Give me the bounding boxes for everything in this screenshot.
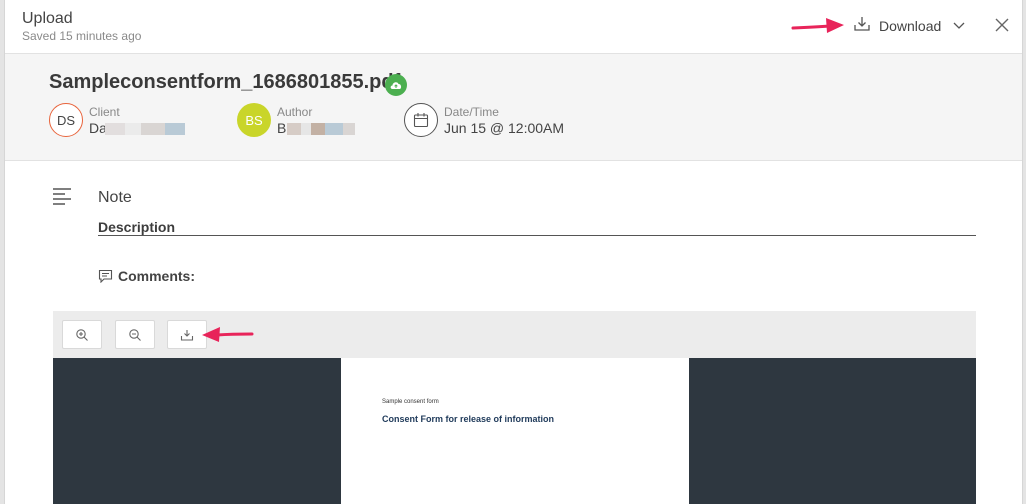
redacted-text [287, 123, 355, 135]
datetime-field[interactable]: Date/Time Jun 15 @ 12:00AM [404, 103, 604, 139]
doc-small-text: Sample consent form [382, 399, 439, 405]
download-label: Download [879, 18, 942, 34]
annotation-arrow-icon [202, 327, 254, 342]
text-align-left-icon [52, 187, 74, 205]
redacted-text [105, 123, 185, 135]
saved-status: Saved 15 minutes ago [22, 29, 142, 43]
chevron-down-icon[interactable] [953, 22, 965, 30]
download-icon [853, 15, 871, 38]
author-avatar: BS [237, 103, 271, 137]
author-name: B [277, 120, 287, 136]
client-field[interactable]: DS Client Da [49, 103, 219, 139]
pdf-page[interactable]: Sample consent form Consent Form for rel… [341, 358, 689, 504]
file-header: Sampleconsentform_1686801855.pdf DS Clie… [5, 54, 1022, 161]
doc-heading: Consent Form for release of information [382, 414, 555, 424]
client-label: Client [89, 105, 120, 119]
comments-label: Comments: [118, 268, 196, 284]
page-title: Upload [22, 10, 73, 27]
author-field[interactable]: BS Author B [237, 103, 387, 139]
note-label: Note [98, 189, 132, 206]
annotation-arrow-icon [791, 18, 844, 33]
cloud-upload-icon[interactable] [385, 74, 407, 96]
author-label: Author [277, 105, 313, 119]
datetime-label: Date/Time [444, 105, 499, 119]
close-icon[interactable] [993, 16, 1011, 34]
zoom-in-icon[interactable] [62, 320, 102, 349]
calendar-icon [404, 103, 438, 137]
datetime-value: Jun 15 @ 12:00AM [444, 120, 565, 136]
pdf-viewer-toolbar [53, 311, 976, 358]
comment-icon [98, 269, 113, 283]
download-button[interactable]: Download [853, 15, 965, 37]
top-bar: Upload Saved 15 minutes ago Download [5, 0, 1022, 54]
comments-header: Comments: [98, 268, 195, 284]
scrollbar-track[interactable] [1022, 0, 1026, 504]
zoom-out-icon[interactable] [115, 320, 155, 349]
file-name: Sampleconsentform_1686801855.pdf [49, 71, 401, 93]
client-avatar: DS [49, 103, 83, 137]
description-field[interactable]: Description [98, 219, 976, 236]
